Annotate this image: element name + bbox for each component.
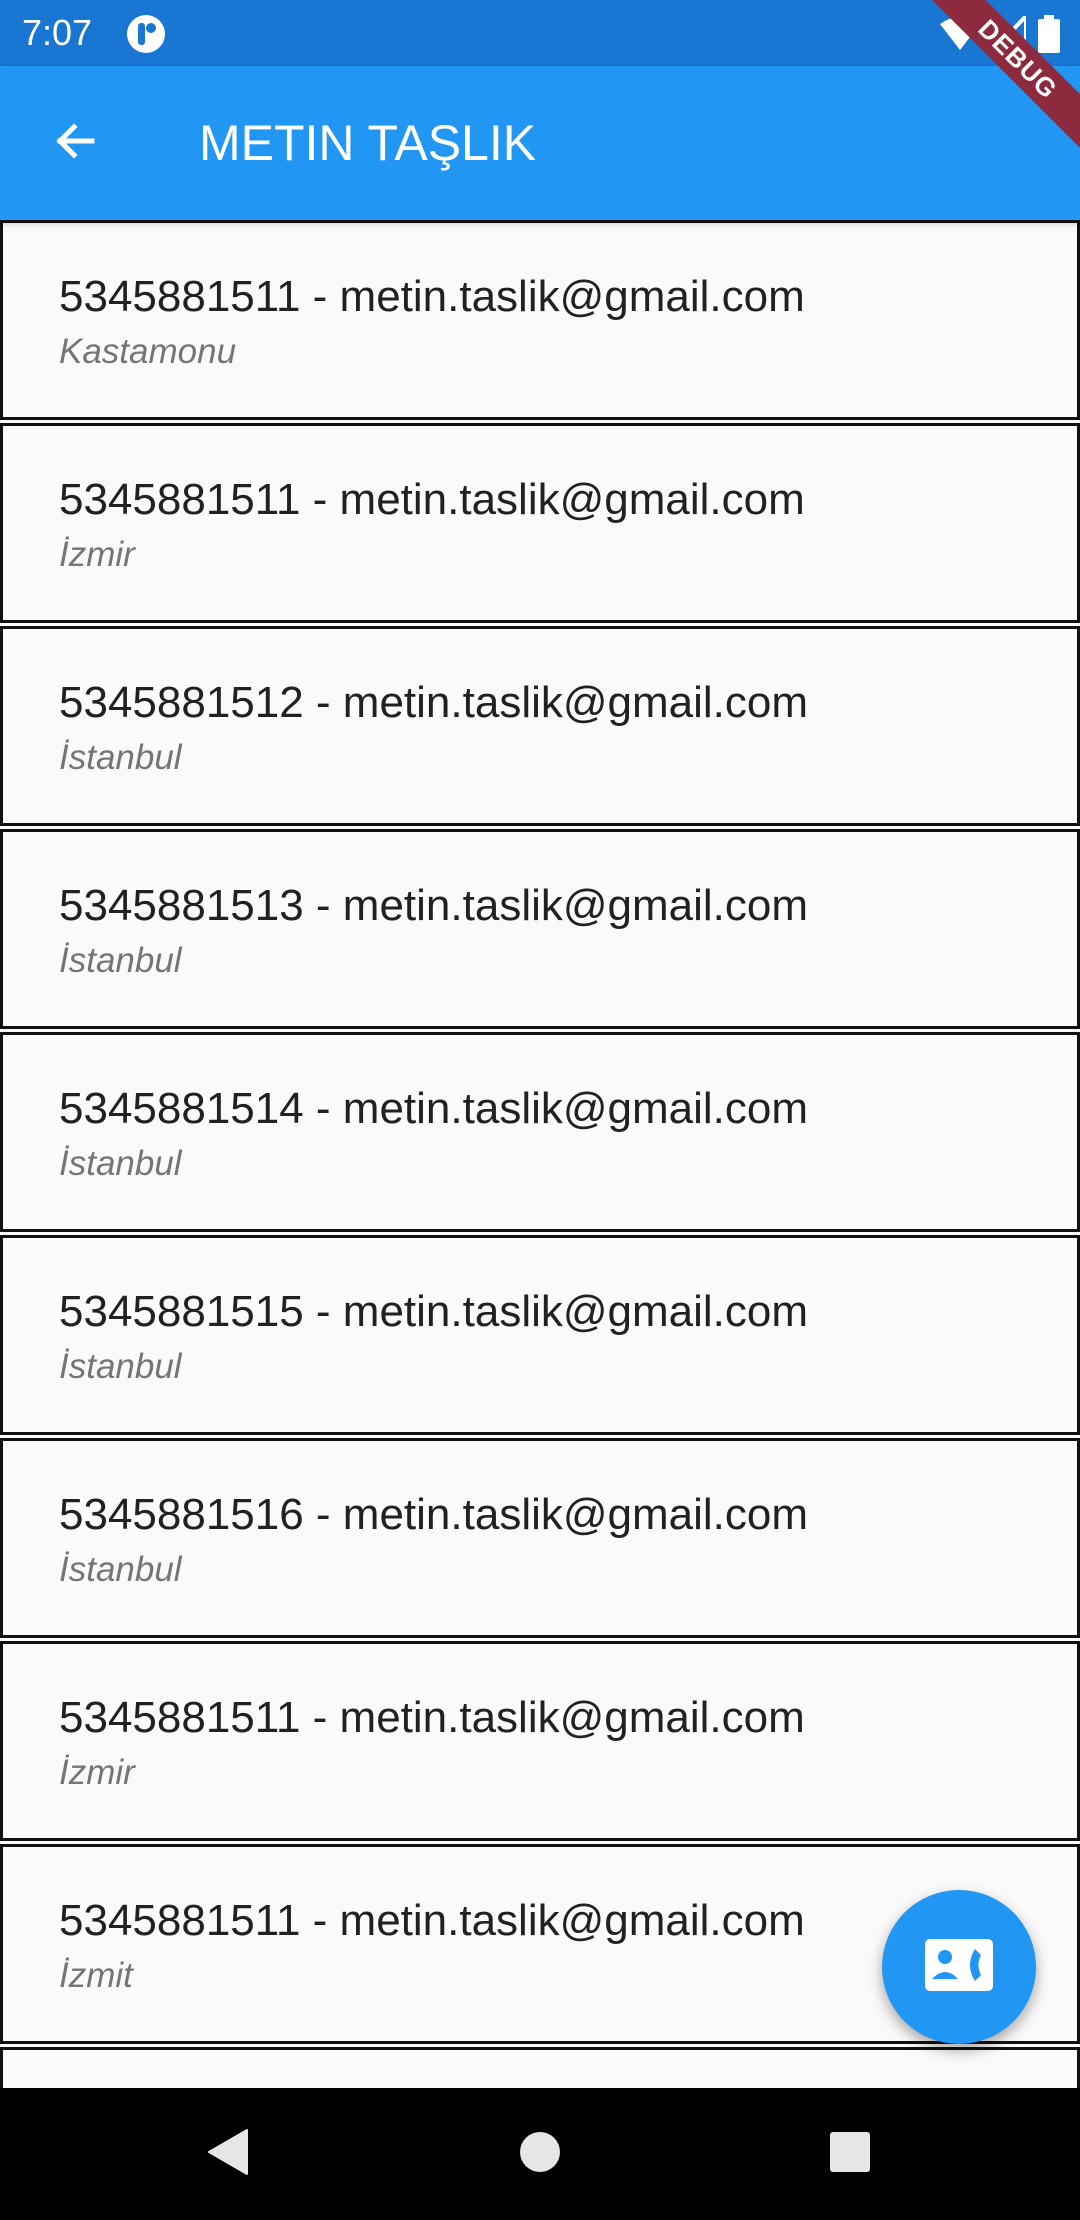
back-button[interactable] — [30, 99, 118, 187]
contact-city: İstanbul — [59, 941, 182, 980]
nav-home-button[interactable] — [498, 2112, 582, 2196]
contact-city: İstanbul — [59, 1347, 182, 1386]
contact-city: İstanbul — [59, 1550, 182, 1589]
nav-recents-button[interactable] — [808, 2112, 892, 2196]
app-notification-icon — [126, 14, 166, 54]
arrow-back-icon — [50, 117, 98, 170]
contact-city: İstanbul — [59, 1144, 182, 1183]
contact-city: İzmir — [59, 1753, 135, 1792]
contact-title: 5345881511 - metin.taslik@gmail.com — [59, 1693, 805, 1742]
contact-city: İstanbul — [59, 738, 182, 777]
navigation-bar — [0, 2088, 1080, 2220]
contact-card[interactable]: 5345881512 - metin.taslik@gmail.com İsta… — [0, 626, 1080, 826]
add-contact-fab[interactable] — [882, 1890, 1036, 2044]
contact-card[interactable]: 5345881515 - metin.taslik@gmail.com İsta… — [0, 1235, 1080, 1435]
contact-list[interactable]: 5345881511 - metin.taslik@gmail.com Kast… — [0, 220, 1080, 2088]
nav-back-button[interactable] — [186, 2112, 270, 2196]
home-circle-icon — [518, 2130, 562, 2179]
battery-icon — [1038, 15, 1060, 53]
contact-card[interactable]: 5345881511 - metin.taslik@gmail.com Kast… — [0, 220, 1080, 420]
status-time: 7:07 — [22, 12, 93, 53]
contact-title: 5345881513 - metin.taslik@gmail.com — [59, 881, 809, 930]
contact-card[interactable]: 5345881511 - metin.taslik@gmail.com İzmi… — [0, 1641, 1080, 1841]
contact-title: 5345881511 - metin.taslik@gmail.com — [59, 1896, 805, 1945]
app-bar: METIN TAŞLIK — [0, 66, 1080, 220]
status-bar: 7:07 — [0, 0, 1080, 66]
contact-card[interactable]: 5345881513 - metin.taslik@gmail.com İsta… — [0, 829, 1080, 1029]
contact-city: Kastamonu — [59, 332, 237, 371]
contact-title: 5345881512 - metin.taslik@gmail.com — [59, 678, 809, 727]
contact-card[interactable]: 5345881511 - metin.taslik@gmail.com İzmi… — [0, 423, 1080, 623]
contact-title: 5345881511 - metin.taslik@gmail.com — [59, 272, 805, 321]
contact-card[interactable]: 5345881514 - metin.taslik@gmail.com İsta… — [0, 1032, 1080, 1232]
contact-card[interactable]: 5345881516 - metin.taslik@gmail.com İsta… — [0, 1438, 1080, 1638]
contact-title: 5345881511 - metin.taslik@gmail.com — [59, 475, 805, 524]
contact-title: 5345881514 - metin.taslik@gmail.com — [59, 1084, 809, 1133]
contact-title: 5345881516 - metin.taslik@gmail.com — [59, 1490, 809, 1539]
contact-phone-icon — [925, 1938, 993, 1996]
contact-city: İzmit — [59, 1956, 133, 1995]
back-triangle-icon — [207, 2128, 249, 2181]
recents-square-icon — [829, 2131, 871, 2178]
page-title: METIN TAŞLIK — [199, 115, 537, 171]
contact-city: İzmir — [59, 535, 135, 574]
contact-title: 5345881515 - metin.taslik@gmail.com — [59, 1287, 809, 1336]
contact-card[interactable] — [0, 2047, 1080, 2088]
